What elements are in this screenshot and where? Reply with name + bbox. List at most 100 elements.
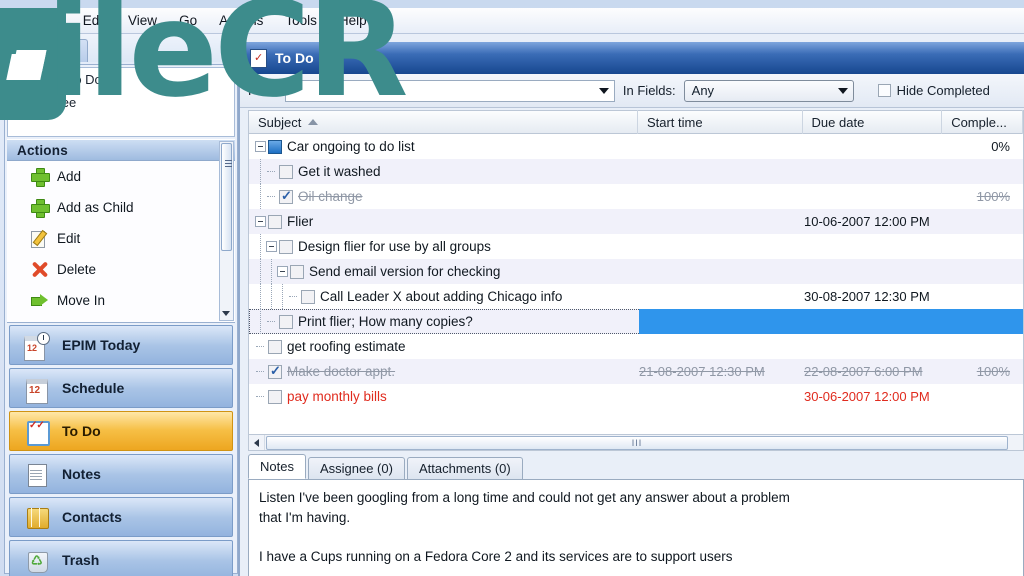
task-subject-cell[interactable]: Call Leader X about adding Chicago info xyxy=(249,284,639,309)
menu-item-go[interactable]: Go xyxy=(168,10,208,31)
tree-leaf-line xyxy=(266,184,277,209)
tree-expander-icon[interactable] xyxy=(14,97,25,108)
table-row[interactable]: Call Leader X about adding Chicago info 3… xyxy=(249,284,1023,309)
tab-assignee-0[interactable]: Assignee (0) xyxy=(307,457,405,479)
epim-application-window: File Edit View Go Actions Tools Help Views All… xyxy=(0,0,1024,576)
actions-scrollbar[interactable] xyxy=(219,141,234,321)
task-subject-label: get roofing estimate xyxy=(287,339,406,354)
task-complete-checkbox[interactable] xyxy=(268,139,282,154)
menu-item-actions[interactable]: Actions xyxy=(208,10,274,31)
sidebar-item-epim-today[interactable]: EPIM Today xyxy=(9,325,233,365)
task-subject-cell[interactable]: Get it washed xyxy=(249,159,639,184)
table-row[interactable]: Flier 10-06-2007 12:00 PM xyxy=(249,209,1023,234)
action-edit[interactable]: Edit xyxy=(7,223,235,254)
scroll-down-arrow-icon[interactable] xyxy=(221,307,232,318)
collapse-expander-icon[interactable] xyxy=(255,141,266,152)
folder-icon xyxy=(30,73,45,86)
collapse-expander-icon[interactable] xyxy=(277,266,288,277)
action-move-in[interactable]: Move In xyxy=(7,285,235,316)
checklist-icon xyxy=(24,418,50,446)
column-header-comple[interactable]: Comple... xyxy=(942,110,1023,134)
tree-item-1[interactable]: Tree xyxy=(8,91,234,114)
action-add[interactable]: Add xyxy=(7,161,235,192)
tab-attachments-0[interactable]: Attachments (0) xyxy=(406,457,523,479)
table-row[interactable]: Make doctor appt. 21-08-2007 12:30 PM 22-0… xyxy=(249,359,1023,384)
task-start-time-cell: 21-08-2007 12:30 PM xyxy=(639,364,765,379)
task-complete-checkbox[interactable] xyxy=(279,164,293,179)
sort-ascending-icon xyxy=(308,119,319,125)
task-complete-checkbox[interactable] xyxy=(279,188,293,204)
sidebar-item-trash[interactable]: Trash xyxy=(9,540,233,576)
menu-item-edit[interactable]: Edit xyxy=(72,10,117,31)
sidebar-item-label: Trash xyxy=(62,552,100,568)
in-fields-value: Any xyxy=(691,83,715,98)
table-row[interactable]: get roofing estimate xyxy=(249,334,1023,359)
chevron-down-icon[interactable] xyxy=(837,87,848,94)
tree-item-0[interactable]: All To Do xyxy=(8,68,234,91)
column-header-due-date[interactable]: Due date xyxy=(803,110,943,134)
sidebar-item-notes[interactable]: Notes xyxy=(9,454,233,494)
todo-grid[interactable]: Car ongoing to do list 0% Get it washed Oil… xyxy=(248,134,1024,434)
chevron-down-icon[interactable] xyxy=(598,87,609,94)
task-subject-cell[interactable]: Design flier for use by all groups xyxy=(249,234,639,259)
notes-text-area[interactable]: Listen I've been googling from a long ti… xyxy=(248,480,1024,576)
task-complete-checkbox[interactable] xyxy=(301,289,315,304)
sidebar-item-to-do[interactable]: To Do xyxy=(9,411,233,451)
checkbox-box[interactable] xyxy=(877,84,891,97)
hscrollbar-thumb[interactable]: III xyxy=(266,435,1008,450)
task-subject-cell[interactable]: Car ongoing to do list xyxy=(249,134,639,159)
task-complete-checkbox[interactable] xyxy=(268,214,282,229)
task-subject-cell[interactable]: pay monthly bills xyxy=(249,384,639,409)
task-subject-cell[interactable]: Print flier; How many copies? xyxy=(249,309,639,334)
tab-notes[interactable]: Notes xyxy=(248,454,306,479)
task-subject-cell[interactable]: Make doctor appt. xyxy=(249,359,639,384)
table-row[interactable]: Car ongoing to do list 0% xyxy=(249,134,1023,159)
hide-completed-checkbox[interactable]: Hide Completed xyxy=(877,83,990,98)
table-row[interactable]: Send email version for checking xyxy=(249,259,1023,284)
task-subject-cell[interactable]: Oil change xyxy=(249,184,639,209)
column-header-subject[interactable]: Subject xyxy=(249,110,638,134)
table-row[interactable]: Print flier; How many copies? xyxy=(249,309,1023,334)
task-subject-cell[interactable]: Send email version for checking xyxy=(249,259,639,284)
task-complete-checkbox[interactable] xyxy=(268,339,282,354)
task-complete-checkbox[interactable] xyxy=(268,363,282,379)
task-complete-checkbox[interactable] xyxy=(279,239,293,254)
action-add-as-child[interactable]: Add as Child xyxy=(7,192,235,223)
todo-tree-panel[interactable]: All To Do Tree xyxy=(7,67,235,137)
tab-views[interactable]: Views xyxy=(28,39,89,62)
detail-tab-strip: Notes Assignee (0) Attachments (0) xyxy=(248,454,1024,480)
task-subject-label: Flier xyxy=(287,214,314,229)
task-subject-cell[interactable]: get roofing estimate xyxy=(249,334,639,359)
task-complete-checkbox[interactable] xyxy=(279,314,293,329)
scroll-left-arrow-icon[interactable] xyxy=(249,435,265,450)
menu-item-help[interactable]: Help xyxy=(328,10,378,31)
task-complete-percent-cell xyxy=(944,209,1023,234)
menu-item-view[interactable]: View xyxy=(117,10,168,31)
collapse-expander-icon[interactable] xyxy=(255,216,266,227)
task-complete-checkbox[interactable] xyxy=(268,389,282,404)
table-row[interactable]: Get it washed xyxy=(249,159,1023,184)
menu-item-tools[interactable]: Tools xyxy=(274,10,328,31)
actions-scrollbar-thumb[interactable] xyxy=(221,143,232,251)
sidebar-item-schedule[interactable]: Schedule xyxy=(9,368,233,408)
green-arrow-right-icon xyxy=(31,292,48,309)
collapse-expander-icon[interactable] xyxy=(266,241,277,252)
task-subject-cell[interactable]: Flier xyxy=(249,209,639,234)
tree-guide-line xyxy=(255,184,266,209)
sidebar-item-contacts[interactable]: Contacts xyxy=(9,497,233,537)
task-subject-label: Oil change xyxy=(298,189,363,204)
grid-horizontal-scrollbar[interactable]: III xyxy=(248,434,1024,451)
green-plus-icon xyxy=(31,199,50,218)
column-header-start-time[interactable]: Start time xyxy=(638,110,803,134)
column-header-label: Start time xyxy=(646,114,703,130)
find-input[interactable] xyxy=(284,79,615,102)
in-fields-select[interactable]: Any xyxy=(683,79,854,102)
menu-item-file[interactable]: File xyxy=(28,10,72,31)
table-row[interactable]: Oil change 100% xyxy=(249,184,1023,209)
tree-expander-icon[interactable] xyxy=(14,74,25,85)
table-row[interactable]: Design flier for use by all groups xyxy=(249,234,1023,259)
task-complete-checkbox[interactable] xyxy=(290,264,304,279)
table-row[interactable]: pay monthly bills 30-06-2007 12:00 PM xyxy=(249,384,1023,409)
action-label: Add as Child xyxy=(57,200,134,215)
action-delete[interactable]: Delete xyxy=(7,254,235,285)
